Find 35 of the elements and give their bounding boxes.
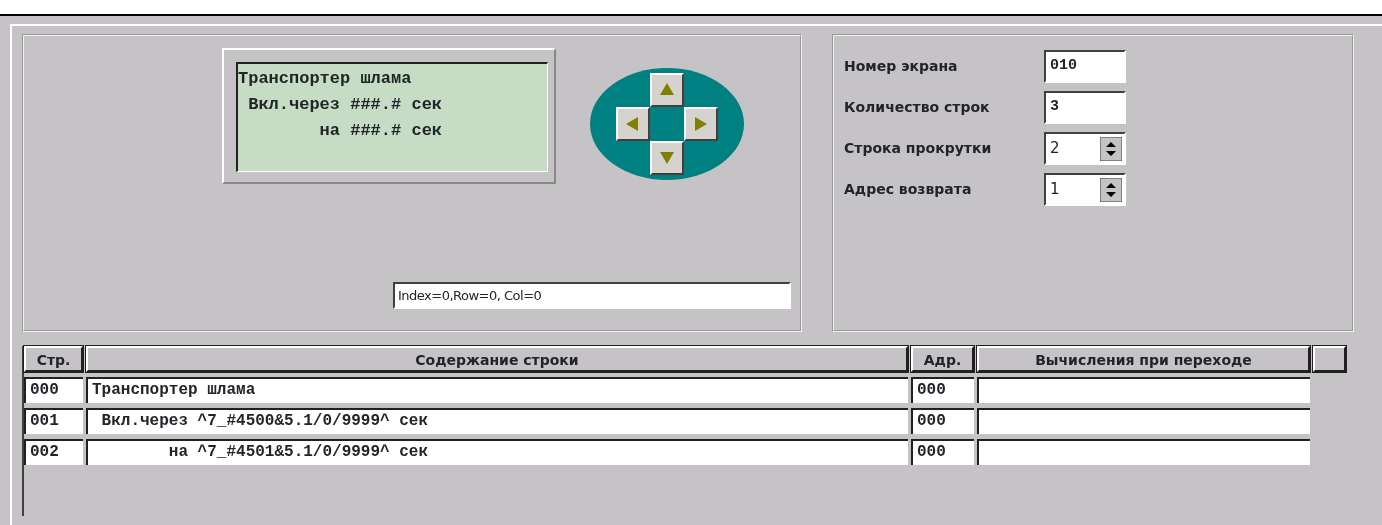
field-label: Адрес возврата	[844, 180, 973, 199]
lcd-line: на ###.# сек	[318, 120, 444, 142]
calculation-cell[interactable]	[977, 439, 1310, 465]
status-field[interactable]: Index=0,Row=0, Col=0	[393, 282, 791, 309]
arrow-up-button[interactable]	[650, 73, 684, 107]
calculation-cell[interactable]	[977, 408, 1310, 434]
column-header[interactable]: Содержание строки	[86, 346, 908, 372]
input-field[interactable]: 3	[1044, 91, 1126, 124]
column-header[interactable]: Стр.	[24, 346, 83, 372]
row-number[interactable]: 000	[24, 377, 83, 403]
row-number[interactable]: 002	[24, 439, 83, 465]
field-label: Количество строк	[844, 98, 991, 117]
spin-field[interactable]: 2	[1044, 132, 1126, 165]
arrow-down-button[interactable]	[650, 141, 684, 175]
lcd-line: Вкл.через ###.# сек	[247, 94, 444, 116]
arrow-right-button[interactable]	[684, 107, 718, 141]
spin-arrows-icon[interactable]	[1100, 177, 1122, 202]
row-content[interactable]: на ^7_#4501&5.1/0/9999^ сек	[86, 439, 908, 465]
calculation-cell[interactable]	[977, 377, 1310, 403]
row-number[interactable]: 001	[24, 408, 83, 434]
lcd-line: Транспортер шлама	[238, 68, 413, 90]
spin-field[interactable]: 1	[1044, 173, 1126, 206]
input-field[interactable]: 010	[1044, 50, 1126, 83]
row-content[interactable]: Вкл.через ^7_#4500&5.1/0/9999^ сек	[86, 408, 908, 434]
column-header[interactable]: Адр.	[911, 346, 974, 372]
address-cell[interactable]: 000	[911, 408, 974, 434]
arrow-left-button[interactable]	[616, 107, 650, 141]
spin-arrows-icon[interactable]	[1100, 136, 1122, 161]
field-label: Номер экрана	[844, 57, 959, 76]
field-label: Строка прокрутки	[844, 139, 993, 158]
empty-column-header	[1313, 346, 1346, 372]
row-content[interactable]: Транспортер шлама	[86, 377, 908, 403]
column-header[interactable]: Вычисления при переходе	[977, 346, 1310, 372]
address-cell[interactable]: 000	[911, 377, 974, 403]
address-cell[interactable]: 000	[911, 439, 974, 465]
